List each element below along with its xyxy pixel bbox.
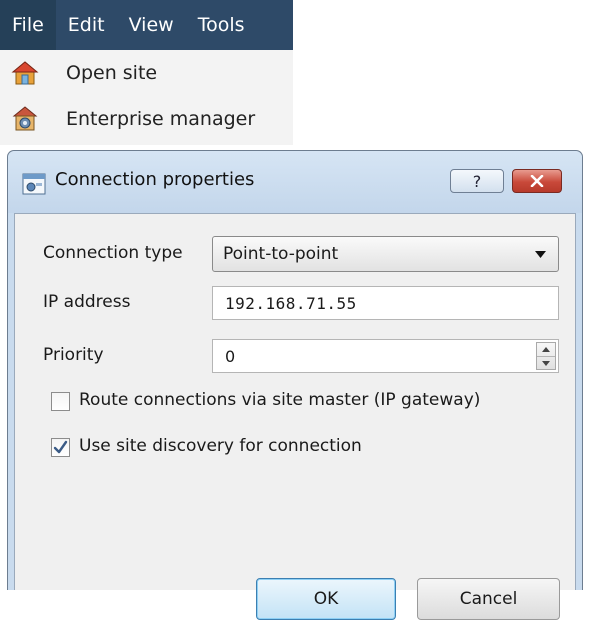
house-icon: [10, 58, 40, 88]
ip-address-label: IP address: [43, 292, 131, 312]
connection-type-value: Point-to-point: [223, 244, 339, 264]
priority-stepper[interactable]: 0: [212, 339, 559, 373]
menu-tools[interactable]: Tools: [186, 0, 257, 50]
use-site-discovery-checkbox[interactable]: [51, 438, 70, 457]
checkmark-icon: [53, 440, 68, 454]
menu-file[interactable]: File: [0, 0, 56, 50]
app-menu-snippet: File Edit View Tools Open site Enterpris…: [0, 0, 293, 145]
ok-button[interactable]: OK: [256, 578, 396, 620]
connection-type-label: Connection type: [43, 243, 183, 263]
spin-down-icon: [542, 361, 550, 366]
spin-up-button[interactable]: [537, 343, 555, 356]
priority-spinner: [536, 342, 556, 370]
help-button[interactable]: ?: [450, 169, 504, 193]
menu-edit[interactable]: Edit: [56, 0, 117, 50]
cancel-button[interactable]: Cancel: [417, 578, 560, 620]
spin-up-icon: [542, 347, 550, 352]
menu-item-label: Enterprise manager: [66, 108, 256, 130]
spin-down-button[interactable]: [537, 356, 555, 370]
menu-item-label: Open site: [66, 62, 158, 84]
route-via-site-master-label: Route connections via site master (IP ga…: [79, 390, 481, 410]
priority-value: 0: [225, 347, 236, 366]
priority-label: Priority: [43, 345, 104, 365]
dropdown-arrow-icon: [535, 251, 546, 258]
enterprise-manager-icon: [10, 104, 40, 134]
dialog-window-icon: [22, 173, 46, 195]
use-site-discovery-label: Use site discovery for connection: [79, 436, 362, 456]
close-icon: [530, 175, 544, 187]
ip-address-field[interactable]: 192.168.71.55: [212, 286, 559, 320]
dialog-body: Connection type Point-to-point IP addres…: [14, 213, 576, 620]
dialog-title: Connection properties: [55, 169, 255, 190]
connection-properties-dialog: Connection properties ? Connection type …: [7, 150, 583, 620]
close-button[interactable]: [512, 169, 562, 193]
menu-bar: File Edit View Tools: [0, 0, 293, 50]
menu-view[interactable]: View: [117, 0, 186, 50]
connection-type-dropdown[interactable]: Point-to-point: [212, 236, 559, 272]
route-via-site-master-checkbox[interactable]: [51, 392, 70, 411]
menu-item-enterprise-manager[interactable]: Enterprise manager: [0, 96, 293, 142]
menu-item-open-site[interactable]: Open site: [0, 50, 293, 96]
dialog-title-bar[interactable]: Connection properties ?: [8, 151, 582, 213]
